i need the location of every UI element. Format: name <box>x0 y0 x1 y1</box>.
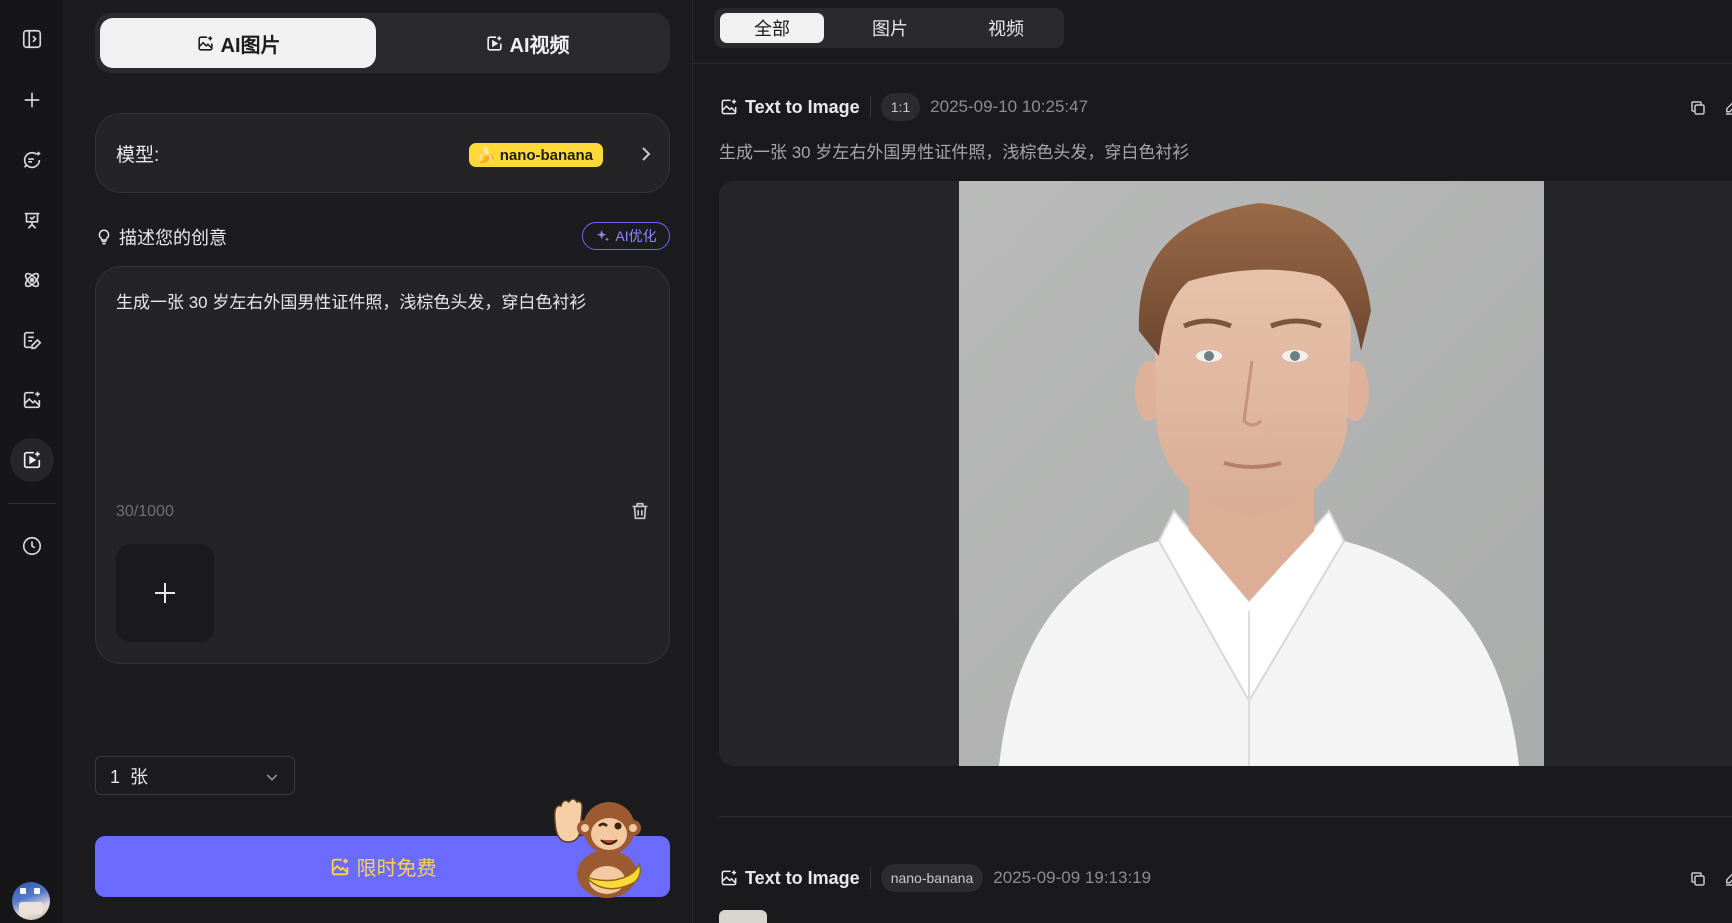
ai-writing-button[interactable] <box>10 318 54 362</box>
edit-icon[interactable] <box>1723 870 1732 888</box>
plus-icon <box>155 583 175 603</box>
result-type-label: Text to Image <box>745 96 860 117</box>
edit-doc-icon <box>23 331 42 350</box>
history-button[interactable] <box>10 524 54 568</box>
ai-media-create-button[interactable] <box>10 438 54 482</box>
sidebar-toggle-icon <box>22 29 42 49</box>
result-image-frame <box>719 181 1732 766</box>
chat-sparkle-icon <box>23 151 41 169</box>
model-badge[interactable]: 🍌 nano-banana <box>469 143 604 167</box>
tab-all[interactable]: 全部 <box>720 13 824 43</box>
aspect-ratio-chip: 1:1 <box>880 93 921 121</box>
results-area: 全部 图片 视频 Text to Image 1:1 2025-09-10 10… <box>693 0 1732 923</box>
result-type: Text to Image <box>719 868 860 889</box>
ai-optimize-button[interactable]: AI优化 <box>582 222 670 250</box>
image-count-value: 1 张 <box>110 766 149 787</box>
rail-divider <box>8 503 56 504</box>
result-type: Text to Image <box>719 97 860 118</box>
ai-video-tab-label: AI视频 <box>509 34 570 57</box>
result-prompt: 生成一张 30 岁左右外国男性证件照，浅棕色头发，穿白色衬衫 <box>719 143 1190 162</box>
image-sparkle-icon <box>331 858 348 875</box>
sparkle-icon <box>597 230 610 242</box>
image-count-select[interactable]: 1 张 <box>95 756 295 795</box>
trash-icon[interactable] <box>629 500 651 522</box>
atom-icon <box>24 272 40 288</box>
result-timestamp: 2025-09-09 19:13:19 <box>993 868 1152 887</box>
ai-chat-button[interactable] <box>10 138 54 182</box>
description-row: 描述您的创意 AI优化 <box>95 222 670 250</box>
prompt-box: 生成一张 30 岁左右外国男性证件照，浅棕色头发，穿白色衬衫 30/1000 <box>95 266 670 664</box>
edit-icon[interactable] <box>1723 99 1732 117</box>
generated-portrait-image[interactable] <box>959 181 1544 766</box>
monkey-mascot-icon <box>553 798 642 898</box>
char-count: 30/1000 <box>116 503 174 520</box>
copy-icon[interactable] <box>1689 99 1707 117</box>
model-selector[interactable]: 模型: 🍌 nano-banana <box>95 113 670 193</box>
ai-image-tab-label: AI图片 <box>220 34 281 57</box>
header-separator <box>869 96 871 118</box>
model-name: nano-banana <box>499 146 594 164</box>
ai-ppt-button[interactable] <box>10 198 54 242</box>
presentation-icon <box>24 212 40 229</box>
description-label: 描述您的创意 <box>95 224 227 250</box>
tab-videos[interactable]: 视频 <box>954 13 1058 43</box>
image-sparkle-icon <box>721 99 737 115</box>
tab-images[interactable]: 图片 <box>838 13 942 43</box>
result-timestamp: 2025-09-10 10:25:47 <box>930 97 1089 116</box>
history-icon <box>22 536 42 556</box>
lightbulb-icon <box>98 229 110 245</box>
description-label-text: 描述您的创意 <box>119 228 227 248</box>
ai-optimize-label: AI优化 <box>615 228 657 244</box>
image-sparkle-icon <box>721 870 737 886</box>
model-chip: nano-banana <box>880 864 984 892</box>
new-chat-icon <box>24 92 40 108</box>
chevron-right-icon[interactable] <box>634 142 658 166</box>
result-header: Text to Image 1:1 2025-09-10 10:25:47 <box>719 92 1088 122</box>
image-sparkle-icon <box>197 35 213 51</box>
video-sparkle-icon <box>486 35 502 51</box>
banana-icon: 🍌 <box>477 147 496 164</box>
left-rail <box>0 0 63 923</box>
prompt-input[interactable]: 生成一张 30 岁左右外国男性证件照，浅棕色头发，穿白色衬衫 <box>116 291 646 471</box>
result-header: Text to Image nano-banana 2025-09-09 19:… <box>719 863 1151 893</box>
header-separator <box>869 867 871 889</box>
media-create-icon <box>23 451 41 469</box>
copy-icon[interactable] <box>1689 870 1707 888</box>
chevron-down-icon <box>266 774 278 781</box>
mode-switch: AI图片 AI视频 <box>95 13 670 73</box>
ai-agent-button[interactable] <box>10 258 54 302</box>
user-avatar[interactable] <box>12 882 50 920</box>
result-divider <box>719 816 1732 817</box>
image-sparkle-icon <box>23 391 41 409</box>
header-divider <box>693 63 1732 64</box>
sidebar-toggle-button[interactable] <box>10 17 54 61</box>
ai-video-tab[interactable]: AI视频 <box>389 18 665 68</box>
result-type-label: Text to Image <box>745 867 860 888</box>
model-label: 模型: <box>116 144 160 166</box>
generation-panel: AI图片 AI视频 模型: 🍌 nano-banana 描述您的创意 AI优化 … <box>63 0 693 923</box>
ai-image-edit-button[interactable] <box>10 378 54 422</box>
ai-image-tab[interactable]: AI图片 <box>100 18 376 68</box>
generate-label: 限时免费 <box>356 858 437 880</box>
upload-reference-button[interactable] <box>116 544 214 642</box>
new-chat-button[interactable] <box>10 78 54 122</box>
result-thumbnail[interactable] <box>719 910 767 923</box>
filter-tabs: 全部 图片 视频 <box>714 8 1064 48</box>
